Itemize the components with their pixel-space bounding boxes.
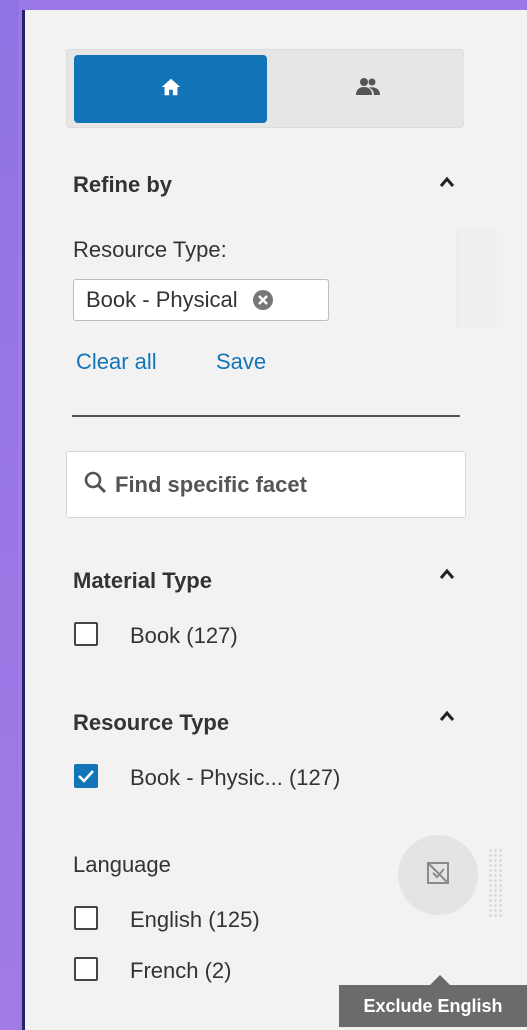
- check-icon: [76, 766, 96, 786]
- resize-grip[interactable]: [488, 848, 502, 918]
- chevron-up-icon: [439, 709, 455, 727]
- chevron-up-icon: [439, 567, 455, 585]
- refine-collapse-button[interactable]: [436, 173, 458, 195]
- clear-all-link[interactable]: Clear all: [76, 349, 157, 375]
- facet-label-english: English (125): [130, 907, 260, 932]
- home-icon: [160, 76, 182, 103]
- divider: [72, 415, 460, 417]
- exclude-tooltip: Exclude English: [339, 985, 527, 1027]
- checkbox-english[interactable]: [74, 906, 98, 930]
- refine-by-title: Refine by: [73, 172, 173, 197]
- remove-filter-icon[interactable]: [252, 289, 274, 311]
- checkbox-book-physical[interactable]: [74, 764, 98, 788]
- facet-label-book-physical: Book - Physic... (127): [130, 765, 341, 790]
- facet-label-french: French (2): [130, 958, 232, 983]
- window-edge: [0, 0, 18, 1030]
- users-toggle-button[interactable]: [271, 55, 464, 123]
- search-icon: [83, 470, 107, 499]
- language-title: Language: [73, 852, 171, 877]
- chevron-up-icon: [439, 175, 455, 193]
- resource-type-label: Resource Type:: [73, 237, 227, 262]
- exclude-icon: [425, 860, 451, 891]
- users-icon: [355, 77, 381, 102]
- tooltip-arrow: [430, 975, 450, 985]
- facet-label-book: Book (127): [130, 623, 238, 648]
- material-type-collapse-button[interactable]: [436, 565, 458, 587]
- resource-type-collapse-button[interactable]: [436, 707, 458, 729]
- active-filter-chip: Book - Physical: [73, 279, 329, 321]
- checkbox-book[interactable]: [74, 622, 98, 646]
- home-toggle-button[interactable]: [74, 55, 267, 123]
- resource-type-title: Resource Type: [73, 710, 230, 735]
- search-input[interactable]: [115, 471, 435, 498]
- panel-edge-strip: [457, 228, 497, 328]
- material-type-title: Material Type: [73, 568, 212, 593]
- facet-search: [66, 451, 466, 518]
- chip-label: Book - Physical: [86, 287, 238, 312]
- save-link[interactable]: Save: [216, 349, 266, 375]
- checkbox-french[interactable]: [74, 957, 98, 981]
- exclude-english-button[interactable]: [398, 835, 478, 915]
- view-toggle: [66, 49, 464, 128]
